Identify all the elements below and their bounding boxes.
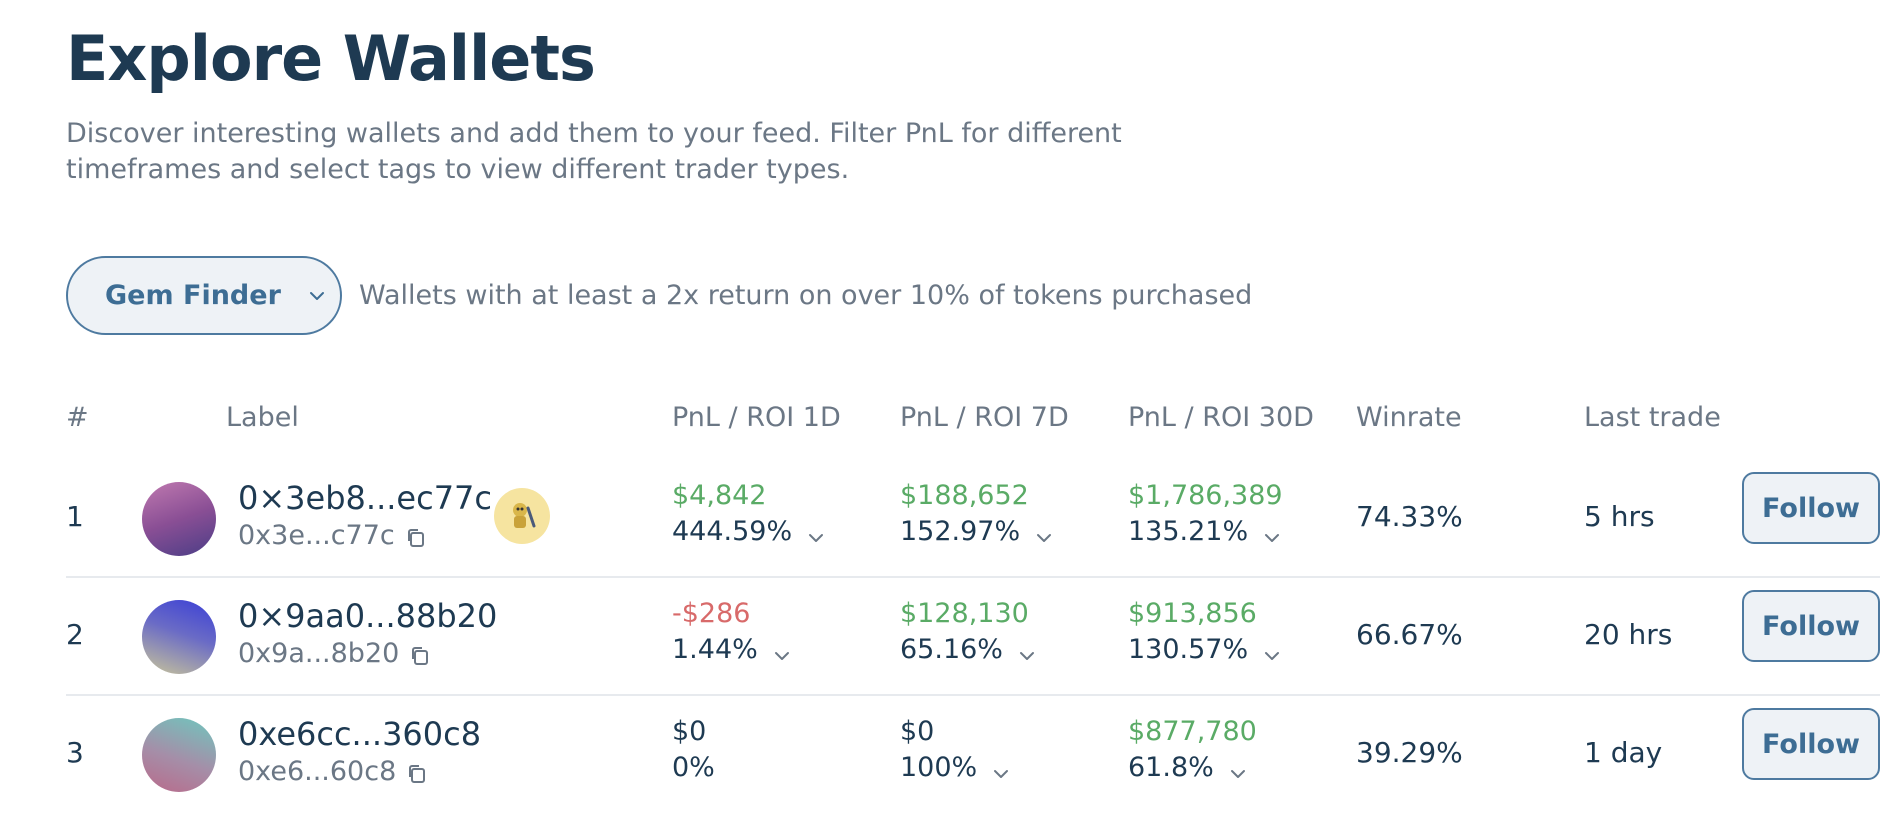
row-rank: 3 [66,736,84,769]
pnl-7d-cell: $128,130 65.16% [900,596,1037,668]
row-rank: 2 [66,618,84,651]
pnl-1d-cell: -$286 1.44% [672,596,792,668]
header-pnl-7d[interactable]: PnL / ROI 7D [900,402,1069,433]
winrate-value: 39.29% [1356,736,1463,769]
last-trade-value: 5 hrs [1584,500,1655,533]
pnl-30d-cell: $1,786,389 135.21% [1128,478,1283,550]
wallet-label: 0×3eb8...ec77c 0x3e...c77c [238,478,492,551]
header-pnl-1d[interactable]: PnL / ROI 1D [672,402,841,433]
page-title: Explore Wallets [66,22,596,95]
roi-value: 100% [900,752,978,783]
pnl-amount: $0 [672,716,707,747]
chevron-down-icon[interactable] [1034,522,1054,542]
pnl-amount: $0 [900,716,935,747]
table-row[interactable]: 1 0×3eb8...ec77c 0x3e...c77c $4,842 444.… [66,460,1880,578]
follow-button[interactable]: Follow [1742,472,1880,544]
wallet-label: 0×9aa0...88b20 0x9a...8b20 [238,596,497,669]
wallet-address-text: 0xe6...60c8 [238,756,397,787]
trader-badge-icon [494,488,550,544]
pnl-amount: $188,652 [900,480,1029,511]
header-label: Label [226,402,299,433]
chevron-down-icon[interactable] [991,758,1011,778]
roi-value: 130.57% [1128,634,1249,665]
header-last-trade[interactable]: Last trade [1584,402,1721,433]
page-description: Discover interesting wallets and add the… [66,118,1122,185]
table-row[interactable]: 3 0xe6cc...360c8 0xe6...60c8 $0 0% $0 10… [66,696,1880,814]
header-winrate[interactable]: Winrate [1356,402,1462,433]
wallet-address-text: 0x9a...8b20 [238,638,400,669]
wallet-address: 0xe6...60c8 [238,756,481,787]
wallet-address-text: 0x3e...c77c [238,520,395,551]
roi-value: 152.97% [900,516,1021,547]
wallets-table: # Label PnL / ROI 1D PnL / ROI 7D PnL / … [66,380,1880,814]
pnl-amount: $1,786,389 [1128,480,1283,511]
pnl-30d-cell: $913,856 130.57% [1128,596,1282,668]
wallet-label: 0xe6cc...360c8 0xe6...60c8 [238,714,481,787]
wallet-name-link[interactable]: 0xe6cc...360c8 [238,714,481,754]
pnl-1d-cell: $4,842 444.59% [672,478,826,550]
header-pnl-30d[interactable]: PnL / ROI 30D [1128,402,1314,433]
copy-icon[interactable] [409,643,431,665]
follow-button[interactable]: Follow [1742,590,1880,662]
wallet-address: 0x9a...8b20 [238,638,497,669]
chevron-down-icon[interactable] [806,522,826,542]
chevron-down-icon[interactable] [1262,522,1282,542]
roi-value: 444.59% [672,516,793,547]
chevron-down-icon[interactable] [1017,640,1037,660]
copy-icon[interactable] [406,761,428,783]
roi-value: 135.21% [1128,516,1249,547]
copy-icon[interactable] [405,525,427,547]
header-rank: # [66,402,89,433]
roi-value: 65.16% [900,634,1003,665]
pnl-1d-cell: $0 0% [672,714,715,786]
last-trade-value: 20 hrs [1584,618,1673,651]
table-header: # Label PnL / ROI 1D PnL / ROI 7D PnL / … [66,380,1880,460]
roi-value: 61.8% [1128,752,1214,783]
wallet-name-link[interactable]: 0×3eb8...ec77c [238,478,492,518]
avatar [142,718,216,792]
avatar [142,482,216,556]
winrate-value: 74.33% [1356,500,1463,533]
chevron-down-icon[interactable] [1228,758,1248,778]
filter-row: Gem Finder Wallets with at least a 2x re… [66,256,1252,335]
table-row[interactable]: 2 0×9aa0...88b20 0x9a...8b20 -$286 1.44%… [66,578,1880,696]
pnl-amount: $913,856 [1128,598,1257,629]
roi-value: 0% [672,752,715,783]
pnl-amount: $4,842 [672,480,767,511]
roi-value: 1.44% [672,634,758,665]
pnl-7d-cell: $188,652 152.97% [900,478,1054,550]
chevron-down-icon[interactable] [1262,640,1282,660]
chevron-down-icon [307,286,327,306]
follow-button[interactable]: Follow [1742,708,1880,780]
pnl-amount: $128,130 [900,598,1029,629]
winrate-value: 66.67% [1356,618,1463,651]
tag-select[interactable]: Gem Finder [66,256,342,335]
wallet-name-link[interactable]: 0×9aa0...88b20 [238,596,497,636]
pnl-7d-cell: $0 100% [900,714,1011,786]
pnl-30d-cell: $877,780 61.8% [1128,714,1257,786]
tag-select-label: Gem Finder [105,280,281,311]
pnl-amount: $877,780 [1128,716,1257,747]
row-rank: 1 [66,500,84,533]
wallet-address: 0x3e...c77c [238,520,492,551]
pnl-amount: -$286 [672,598,751,629]
last-trade-value: 1 day [1584,736,1663,769]
tag-description: Wallets with at least a 2x return on ove… [359,280,1253,311]
chevron-down-icon[interactable] [772,640,792,660]
avatar [142,600,216,674]
